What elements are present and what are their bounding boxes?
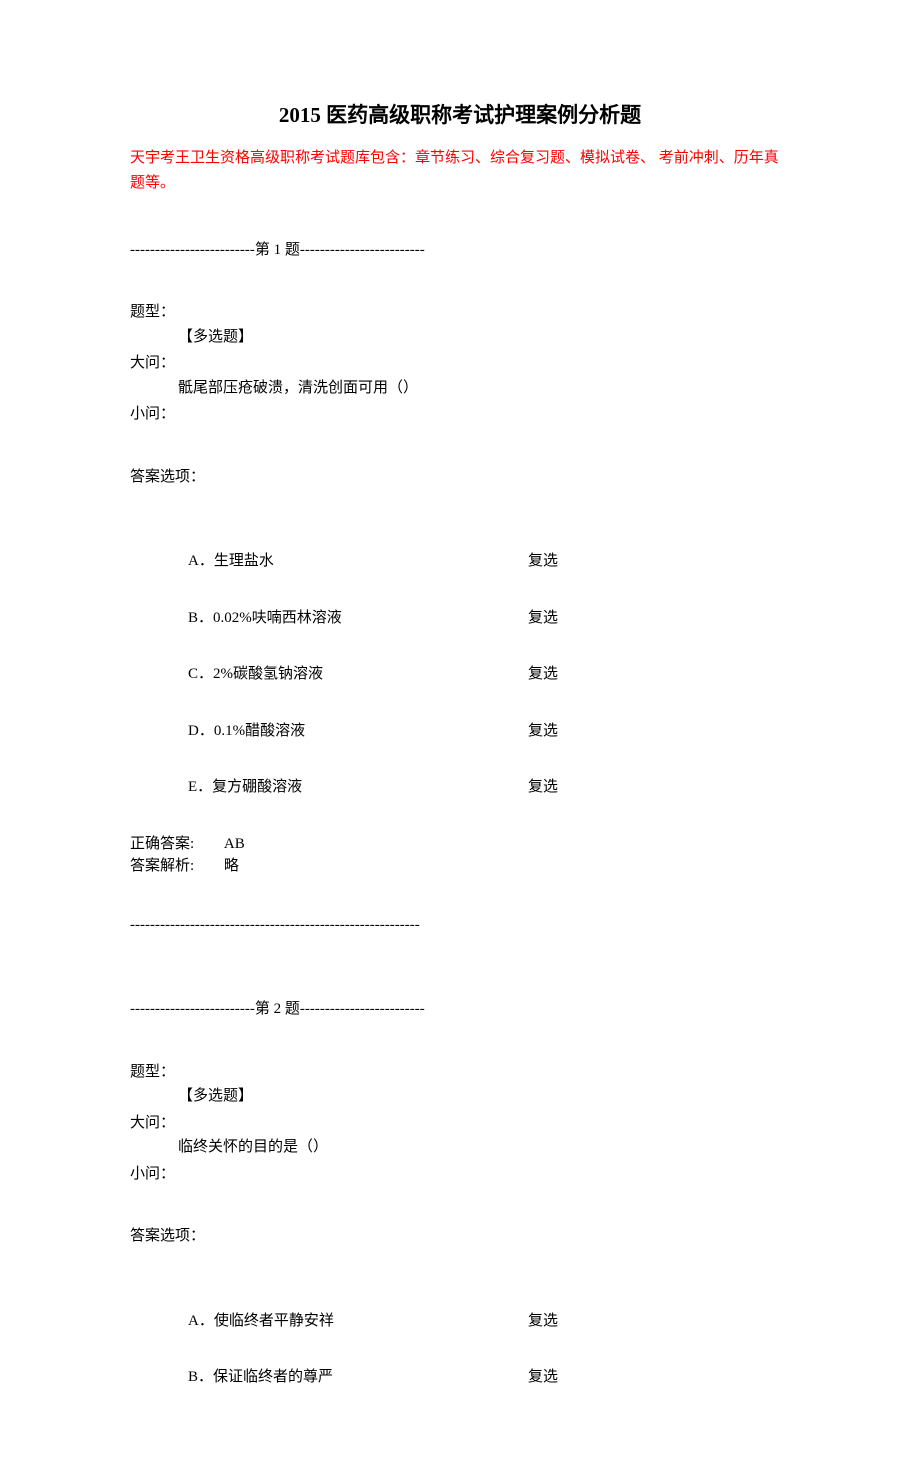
question-2-block: 题型： 【多选题】 大问： 临终关怀的目的是（） 小问： 答案选项： A．使临终… [130, 1061, 790, 1389]
q1-type-label: 题型： [130, 301, 790, 324]
q1-small-label: 小问： [130, 403, 790, 426]
q1-option-e-check: 复选 [528, 776, 558, 799]
q2-type-label: 题型： [130, 1061, 790, 1084]
q1-option-row: C．2%碳酸氢钠溶液 复选 [130, 663, 790, 686]
q1-option-row: B．0.02%呋喃西林溶液 复选 [130, 607, 790, 630]
q2-small-label: 小问： [130, 1163, 790, 1186]
q1-answer-value: AB [198, 836, 245, 852]
q1-options-label: 答案选项： [130, 466, 790, 489]
question-1-separator: -------------------------第 1 题----------… [130, 239, 790, 262]
question-2-separator: -------------------------第 2 题----------… [130, 998, 790, 1021]
q1-option-row: E．复方硼酸溶液 复选 [130, 776, 790, 799]
q2-option-b-text: B．保证临终者的尊严 [188, 1366, 528, 1389]
q1-analysis-value: 略 [198, 858, 239, 874]
q2-option-row: A．使临终者平静安祥 复选 [130, 1310, 790, 1333]
q1-big-value: 骶尾部压疮破溃，清洗创面可用（） [130, 377, 790, 400]
q1-option-row: A．生理盐水 复选 [130, 550, 790, 573]
q1-option-e-text: E．复方硼酸溶液 [188, 776, 528, 799]
q2-type-value: 【多选题】 [130, 1085, 790, 1108]
q1-option-row: D．0.1%醋酸溶液 复选 [130, 720, 790, 743]
q2-big-label: 大问： [130, 1112, 790, 1135]
q1-answer-label: 正确答案: [130, 833, 194, 856]
q1-divider: ----------------------------------------… [130, 914, 790, 937]
q1-option-b-text: B．0.02%呋喃西林溶液 [188, 607, 528, 630]
q2-big-value: 临终关怀的目的是（） [130, 1136, 790, 1159]
q1-option-a-text: A．生理盐水 [188, 550, 528, 573]
question-1-block: 题型： 【多选题】 大问： 骶尾部压疮破溃，清洗创面可用（） 小问： 答案选项：… [130, 301, 790, 936]
q2-option-a-text: A．使临终者平静安祥 [188, 1310, 528, 1333]
intro-text: 天宇考王卫生资格高级职称考试题库包含：章节练习、综合复习题、模拟试卷、 考前冲刺… [130, 146, 790, 197]
page-title: 2015 医药高级职称考试护理案例分析题 [130, 100, 790, 132]
q1-option-a-check: 复选 [528, 550, 558, 573]
q1-big-label: 大问： [130, 352, 790, 375]
q1-option-c-check: 复选 [528, 663, 558, 686]
q1-type-value: 【多选题】 [130, 326, 790, 349]
q1-analysis-label: 答案解析: [130, 855, 194, 878]
q2-options-label: 答案选项： [130, 1225, 790, 1248]
q1-option-b-check: 复选 [528, 607, 558, 630]
q1-option-c-text: C．2%碳酸氢钠溶液 [188, 663, 528, 686]
q1-option-d-check: 复选 [528, 720, 558, 743]
q1-option-d-text: D．0.1%醋酸溶液 [188, 720, 528, 743]
q2-option-a-check: 复选 [528, 1310, 558, 1333]
q2-option-row: B．保证临终者的尊严 复选 [130, 1366, 790, 1389]
q2-option-b-check: 复选 [528, 1366, 558, 1389]
